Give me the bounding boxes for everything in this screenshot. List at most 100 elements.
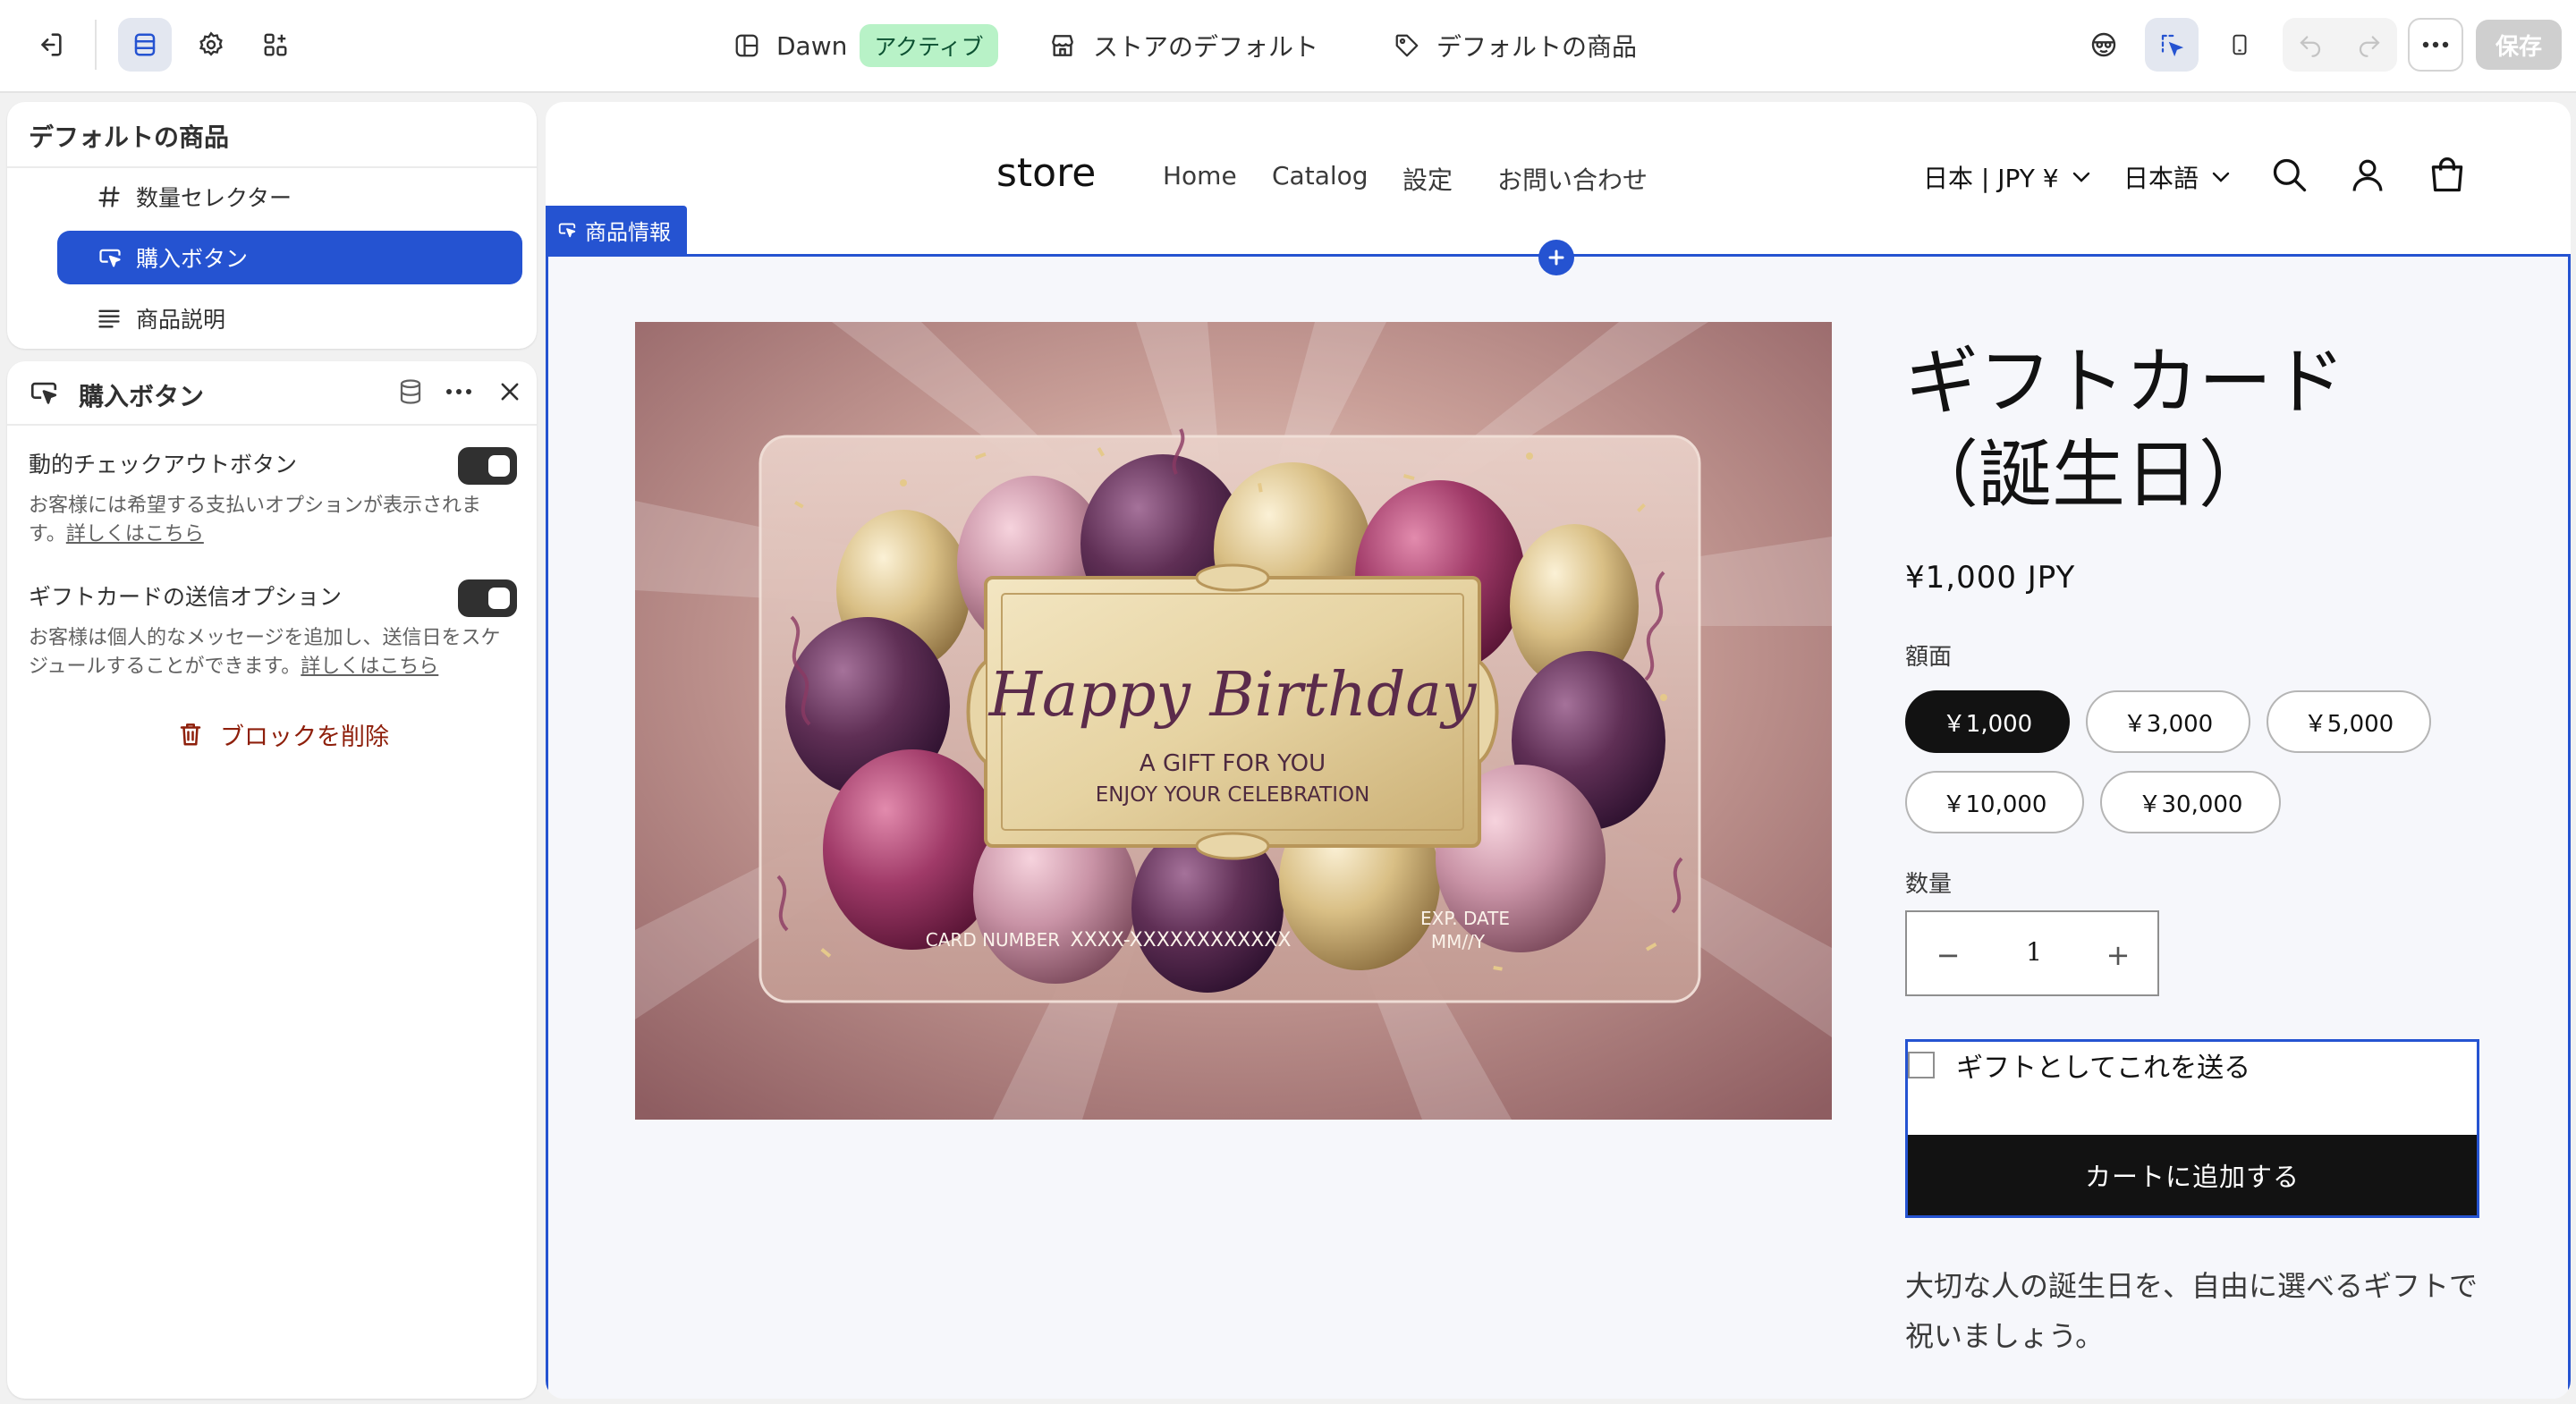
theme-settings-button[interactable] xyxy=(184,18,238,72)
learn-more-link[interactable]: 詳しくはこちら xyxy=(301,655,438,678)
nav-link-contact[interactable]: お問い合わせ xyxy=(1497,161,1648,197)
section-tag[interactable]: 商品情報 xyxy=(546,206,687,254)
nav-link-home[interactable]: Home xyxy=(1163,161,1237,190)
product-price: ¥1,000 JPY xyxy=(1905,560,2076,596)
block-settings-panel: 購入ボタン 動的チェックアウトボタン お客様には希望する支払いオプションが表示さ… xyxy=(7,361,537,1399)
search-icon xyxy=(2273,158,2307,192)
tag-icon xyxy=(1395,34,1419,57)
close-settings-button[interactable] xyxy=(497,379,522,404)
blocks-panel-title: デフォルトの商品 xyxy=(29,123,230,152)
device-preview-button[interactable] xyxy=(2213,18,2267,72)
account-button[interactable] xyxy=(2349,156,2386,195)
card-number-label: CARD NUMBER xyxy=(926,929,1061,951)
store-logo[interactable]: store xyxy=(996,150,1096,196)
card-label-plate: Happy Birthday A GIFT FOR YOU ENJOY YOUR… xyxy=(966,563,1499,860)
more-actions-button[interactable] xyxy=(2408,18,2463,72)
plus-icon xyxy=(1548,250,1564,266)
exit-button[interactable] xyxy=(23,18,77,72)
sections-icon xyxy=(134,33,156,56)
learn-more-link[interactable]: 詳しくはこちら xyxy=(66,523,204,546)
toggle-knob xyxy=(488,588,510,609)
quantity-stepper: − 1 + xyxy=(1905,910,2159,996)
undo-redo-group xyxy=(2283,18,2397,72)
trash-icon xyxy=(180,723,201,746)
block-item-label: 数量セレクター xyxy=(136,185,292,211)
topbar-divider xyxy=(95,20,97,70)
product-image[interactable]: Happy Birthday A GIFT FOR YOU ENJOY YOUR… xyxy=(635,322,1832,1120)
search-button[interactable] xyxy=(2270,156,2309,195)
product-description: 大切な人の誕生日を、自由に選べるギフトで祝いましょう。 xyxy=(1905,1269,2479,1353)
card-line1: A GIFT FOR YOU xyxy=(1140,750,1326,777)
quantity-increase-button[interactable]: + xyxy=(2091,930,2145,980)
product-title-line2: （誕生日） xyxy=(1905,433,2273,518)
add-to-cart-button[interactable]: カートに追加する xyxy=(1908,1135,2477,1215)
buy-button-icon xyxy=(99,249,121,267)
undo-button[interactable] xyxy=(2297,30,2324,57)
currency-selector[interactable]: 日本 | JPY ¥ xyxy=(1923,159,2091,195)
nav-link-catalog[interactable]: Catalog xyxy=(1272,161,1368,190)
store-default-selector[interactable]: ストアのデフォルト xyxy=(1048,21,1318,70)
nav-link-settings[interactable]: 設定 xyxy=(1402,161,1453,197)
quantity-input[interactable]: 1 xyxy=(1996,937,2072,967)
select-tool-button[interactable] xyxy=(2145,18,2199,72)
delete-block-label: ブロックを削除 xyxy=(220,723,389,751)
quantity-decrease-button[interactable]: − xyxy=(1921,930,1975,980)
currency-label: 日本 | JPY ¥ xyxy=(1923,164,2059,193)
gift-checkbox-label: ギフトとしてこれを送る xyxy=(1956,1053,2251,1084)
theme-selector[interactable]: Dawn アクティブ xyxy=(733,21,998,70)
delete-block-button[interactable]: ブロックを削除 xyxy=(177,712,389,757)
gear-icon xyxy=(199,31,223,56)
theme-name: Dawn xyxy=(776,30,848,61)
divider xyxy=(7,166,537,168)
theme-icon xyxy=(735,34,758,57)
denomination-option-10000[interactable]: ￥10,000 xyxy=(1905,771,2084,833)
card-line2: ENJOY YOUR CELEBRATION xyxy=(1096,783,1370,807)
dynamic-checkout-toggle[interactable] xyxy=(458,447,517,485)
settings-more-button[interactable] xyxy=(445,388,472,395)
exp-label: EXP. DATE xyxy=(1420,908,1510,929)
block-item-description[interactable]: 商品説明 xyxy=(7,292,537,345)
product-title: ギフトカード （誕生日） xyxy=(1905,336,2513,522)
cart-button[interactable] xyxy=(2428,156,2467,195)
dynamic-source-button[interactable] xyxy=(397,377,424,406)
settings-header: 購入ボタン xyxy=(7,361,537,426)
block-item-label: 購入ボタン xyxy=(136,246,249,272)
save-button[interactable]: 保存 xyxy=(2476,20,2562,70)
language-selector[interactable]: 日本語 xyxy=(2123,159,2231,195)
chevron-down-icon xyxy=(2072,172,2089,182)
sections-button[interactable] xyxy=(118,18,172,72)
inspector-button[interactable] xyxy=(2077,18,2131,72)
buy-button-icon xyxy=(558,223,576,238)
store-icon xyxy=(1052,35,1073,56)
denomination-option-3000[interactable]: ￥3,000 xyxy=(2086,690,2250,753)
settings-title: 購入ボタン xyxy=(79,382,205,411)
redo-button[interactable] xyxy=(2356,30,2383,57)
section-tag-label: 商品情報 xyxy=(585,219,671,245)
gift-checkbox-row[interactable]: ギフトとしてこれを送る xyxy=(1908,1047,2251,1084)
apps-button[interactable] xyxy=(249,18,302,72)
denomination-option-1000[interactable]: ￥1,000 xyxy=(1905,690,2070,753)
undo-icon xyxy=(2300,36,2321,57)
block-item-quantity[interactable]: 数量セレクター xyxy=(7,170,537,224)
face-icon xyxy=(2091,32,2116,57)
template-label: デフォルトの商品 xyxy=(1436,32,1638,62)
editor-topbar: Dawn アクティブ ストアのデフォルト デフォルトの商品 保存 xyxy=(0,0,2576,93)
gift-card-options-label: ギフトカードの送信オプション xyxy=(29,584,343,610)
block-item-buy-button[interactable]: 購入ボタン xyxy=(57,231,522,284)
account-icon xyxy=(2352,159,2383,191)
card-number: XXXX-XXXXXXXXXXXX xyxy=(1071,929,1292,952)
template-selector[interactable]: デフォルトの商品 xyxy=(1394,21,1637,70)
add-section-button[interactable] xyxy=(1538,240,1574,275)
select-cursor-icon xyxy=(2161,34,2184,57)
buy-button-icon xyxy=(30,382,57,404)
denomination-option-5000[interactable]: ￥5,000 xyxy=(2267,690,2431,753)
buy-buttons-block[interactable]: ギフトとしてこれを送る カートに追加する xyxy=(1905,1039,2479,1218)
redo-icon xyxy=(2359,36,2380,57)
gift-card-options-toggle[interactable] xyxy=(458,579,517,617)
dynamic-checkout-help: お客様には希望する支払いオプションが表示されます。詳しくはこちら xyxy=(29,492,512,549)
chevron-down-icon xyxy=(2212,172,2230,182)
dynamic-checkout-label: 動的チェックアウトボタン xyxy=(29,452,298,478)
denomination-option-30000[interactable]: ￥30,000 xyxy=(2100,771,2281,833)
blocks-panel: デフォルトの商品 数量セレクター 購入ボタン 商品説明 xyxy=(7,102,537,349)
gift-checkbox[interactable] xyxy=(1908,1052,1935,1078)
